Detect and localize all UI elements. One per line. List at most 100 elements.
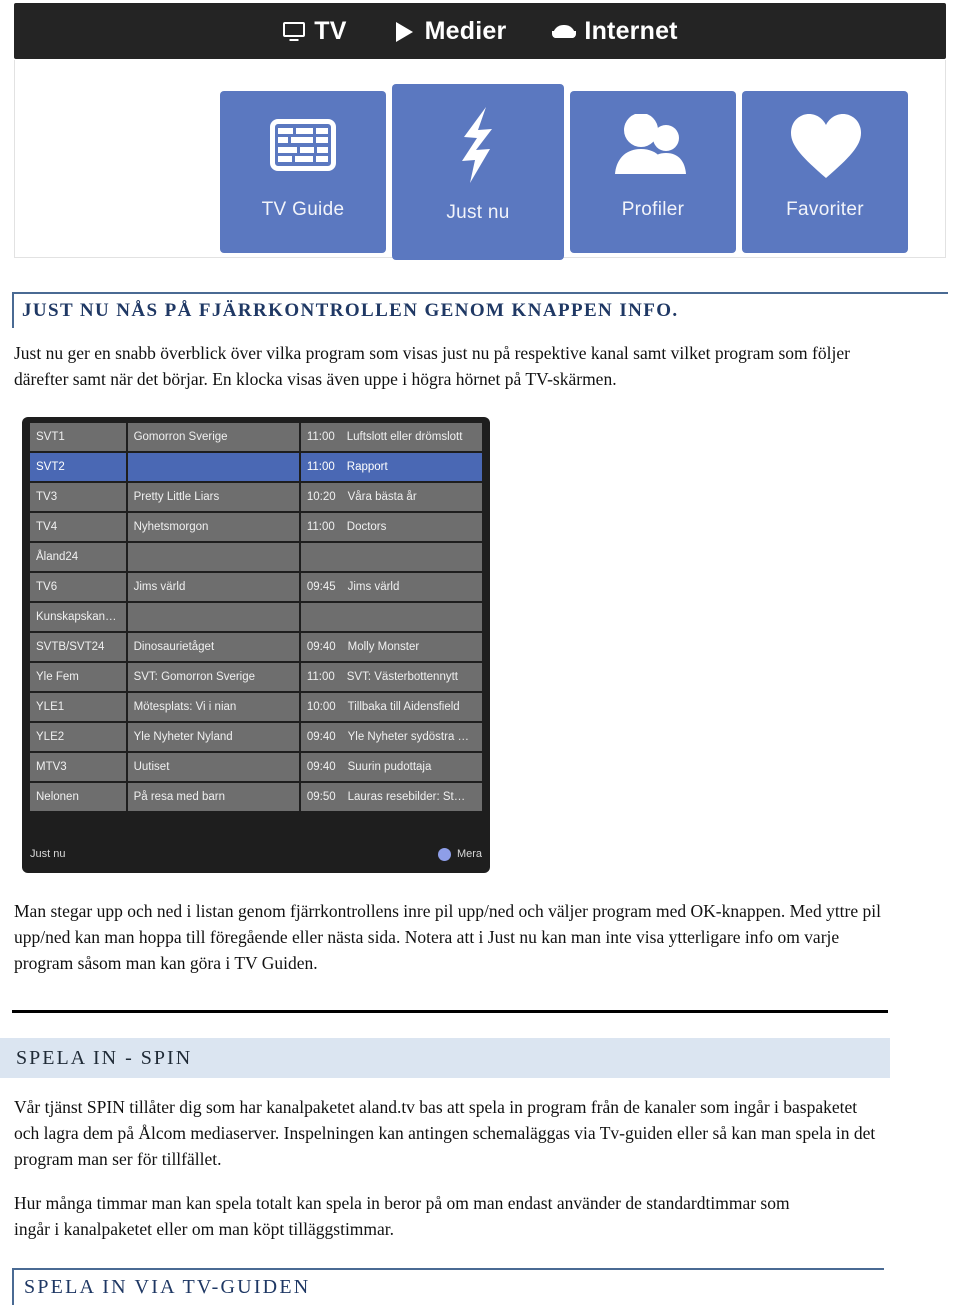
table-row[interactable]: TV4 Nyhetsmorgon 11:00 Doctors [30, 513, 482, 541]
row-next: 09:40 Suurin pudottaja [300, 753, 482, 781]
guide-more-button[interactable]: Mera [437, 847, 482, 861]
table-row[interactable]: SVT1 Gomorron Sverige 11:00 Luftslott el… [30, 423, 482, 451]
row-next-title: Rapport [346, 461, 388, 473]
row-now: Mötesplats: Vi i nian [127, 693, 299, 721]
tv-tile-row: TV Guide Just nu Profiler Favoriter [220, 84, 920, 260]
row-channel: SVTB/SVT24 [30, 633, 126, 661]
row-time: 10:00 [306, 701, 336, 713]
row-channel: SVT2 [30, 453, 126, 481]
paragraph-navigation: Man stegar upp och ned i listan genom fj… [14, 901, 881, 973]
table-row[interactable]: Åland24 [30, 543, 482, 571]
heading-spela-in-via-tv-guiden-label: SPELA IN VIA TV-GUIDEN [24, 1276, 311, 1298]
row-next-title: Suurin pudottaja [347, 761, 432, 773]
table-row[interactable]: MTV3 Uutiset 09:40 Suurin pudottaja [30, 753, 482, 781]
row-now: På resa med barn [127, 783, 299, 811]
heading-spela-in-via-tv-guiden: SPELA IN VIA TV-GUIDEN [12, 1268, 884, 1305]
tile-tv-guide-label: TV Guide [261, 199, 345, 220]
table-row[interactable]: SVTB/SVT24 Dinosaurietåget 09:40 Molly M… [30, 633, 482, 661]
row-now: Dinosaurietåget [127, 633, 299, 661]
row-channel: TV4 [30, 513, 126, 541]
table-row[interactable]: SVT2 11:00 Rapport [30, 453, 482, 481]
table-row[interactable]: Nelonen På resa med barn 09:50 Lauras re… [30, 783, 482, 811]
row-next: 09:40 Molly Monster [300, 633, 482, 661]
row-now: Uutiset [127, 753, 299, 781]
row-next-title: Doctors [346, 521, 387, 533]
guide-footer: Just nu Mera [30, 841, 482, 867]
paragraph-spin: Vår tjänst SPIN tillåter dig som har kan… [14, 1097, 876, 1169]
row-now: SVT: Gomorron Sverige [127, 663, 299, 691]
row-next [300, 543, 482, 571]
row-now: Nyhetsmorgon [127, 513, 299, 541]
cloud-icon [552, 20, 578, 42]
row-now [127, 453, 299, 481]
monitor-icon [282, 20, 308, 42]
row-next: 11:00 Rapport [300, 453, 482, 481]
row-now: Jims värld [127, 573, 299, 601]
tile-profiler-label: Profiler [621, 199, 685, 220]
row-channel: MTV3 [30, 753, 126, 781]
table-row[interactable]: YLE2 Yle Nyheter Nyland 09:40 Yle Nyhete… [30, 723, 482, 751]
row-now: Gomorron Sverige [127, 423, 299, 451]
heading-just-nu-info: JUST NU NÅS PÅ FJÄRRKONTROLLEN GENOM KNA… [12, 292, 948, 328]
row-channel: TV6 [30, 573, 126, 601]
row-time: 10:20 [306, 491, 336, 503]
paragraph-hours: Hur många timmar man kan spela totalt ka… [14, 1193, 790, 1239]
table-row[interactable]: TV6 Jims värld 09:45 Jims värld [30, 573, 482, 601]
table-row[interactable]: Kunskapskan… [30, 603, 482, 631]
row-next-title: Luftslott eller drömslott [346, 431, 463, 443]
play-icon [393, 20, 419, 42]
row-time: 11:00 [306, 521, 335, 533]
row-now: Pretty Little Liars [127, 483, 299, 511]
topbar-item-internet[interactable]: Internet [552, 16, 678, 46]
row-next: 11:00 Luftslott eller drömslott [300, 423, 482, 451]
row-next: 09:40 Yle Nyheter sydöstra … [300, 723, 482, 751]
row-next: 09:45 Jims värld [300, 573, 482, 601]
topbar-item-tv-label: TV [314, 16, 347, 45]
guide-row-list: SVT1 Gomorron Sverige 11:00 Luftslott el… [30, 423, 482, 811]
row-channel: Kunskapskan… [30, 603, 126, 631]
topbar-item-tv[interactable]: TV [282, 17, 346, 46]
row-next-title: Molly Monster [347, 641, 420, 653]
tile-just-nu[interactable]: Just nu [392, 84, 564, 260]
tile-favoriter-label: Favoriter [786, 199, 864, 220]
row-channel: YLE2 [30, 723, 126, 751]
table-row[interactable]: Yle Fem SVT: Gomorron Sverige 11:00 SVT:… [30, 663, 482, 691]
row-time: 09:40 [306, 761, 336, 773]
row-time: 11:00 [306, 461, 335, 473]
row-channel: TV3 [30, 483, 126, 511]
tile-profiler[interactable]: Profiler [570, 91, 736, 253]
row-next: 09:50 Lauras resebilder: St… [300, 783, 482, 811]
row-time: 09:50 [306, 791, 336, 803]
blue-dot-icon [437, 847, 451, 861]
topbar-item-medier[interactable]: Medier [393, 17, 507, 46]
row-next-title: Tillbaka till Aidensfield [347, 701, 460, 713]
row-channel: SVT1 [30, 423, 126, 451]
row-time: 09:40 [306, 641, 336, 653]
guide-more-label: Mera [456, 848, 482, 860]
lightning-bolt-icon [392, 84, 564, 202]
tile-just-nu-label: Just nu [446, 202, 510, 223]
row-next-title: Lauras resebilder: St… [347, 791, 466, 803]
people-icon [570, 91, 736, 199]
row-next: 11:00 Doctors [300, 513, 482, 541]
tile-favoriter[interactable]: Favoriter [742, 91, 908, 253]
topbar-item-internet-label: Internet [584, 16, 678, 45]
row-next: 10:20 Våra bästa år [300, 483, 482, 511]
grid-icon [220, 91, 386, 199]
section-divider [12, 1010, 888, 1013]
row-now [127, 543, 299, 571]
row-channel: Yle Fem [30, 663, 126, 691]
tile-tv-guide[interactable]: TV Guide [220, 91, 386, 253]
guide-footer-title: Just nu [30, 848, 66, 860]
just-nu-guide-screenshot: SVT1 Gomorron Sverige 11:00 Luftslott el… [22, 417, 490, 873]
row-channel: Åland24 [30, 543, 126, 571]
row-channel: YLE1 [30, 693, 126, 721]
heading-spela-in-spin-label: SPELA IN - SPIN [16, 1046, 193, 1069]
row-time: 09:40 [306, 731, 336, 743]
heart-icon [742, 91, 908, 199]
table-row[interactable]: TV3 Pretty Little Liars 10:20 Våra bästa… [30, 483, 482, 511]
paragraph-intro: Just nu ger en snabb överblick över vilk… [14, 343, 850, 389]
table-row[interactable]: YLE1 Mötesplats: Vi i nian 10:00 Tillbak… [30, 693, 482, 721]
row-next-title: Jims värld [347, 581, 400, 593]
row-channel: Nelonen [30, 783, 126, 811]
